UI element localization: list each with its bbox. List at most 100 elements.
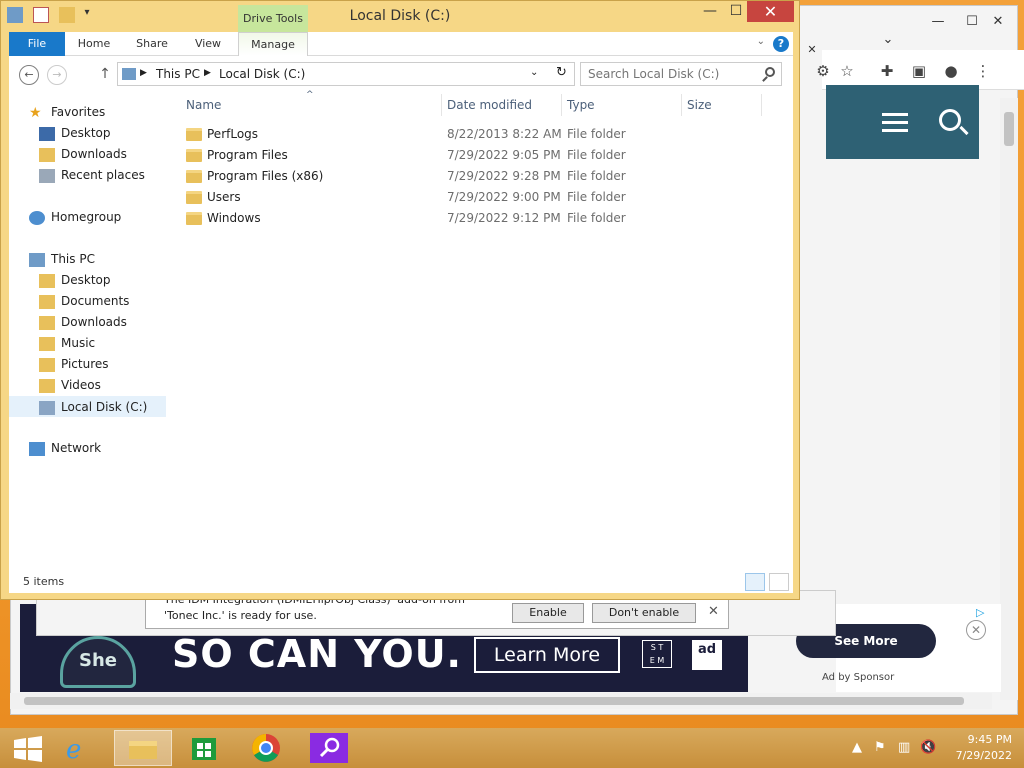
- file-type: File folder: [567, 127, 626, 141]
- file-row[interactable]: Users 7/29/2022 9:00 PM File folder: [186, 187, 786, 208]
- file-row[interactable]: Windows 7/29/2022 9:12 PM File folder: [186, 208, 786, 229]
- volume-muted-icon[interactable]: 🔇: [920, 740, 936, 755]
- maximize-button[interactable]: ☐: [723, 1, 749, 22]
- column-size[interactable]: Size: [687, 98, 712, 112]
- nav-pc-videos[interactable]: Videos: [39, 375, 101, 396]
- show-hidden-icons-icon[interactable]: ▲: [852, 740, 862, 755]
- minimize-button[interactable]: —: [697, 1, 723, 22]
- tab-view[interactable]: View: [183, 32, 233, 56]
- nav-pc-desktop[interactable]: Desktop: [39, 270, 111, 291]
- chevron-right-icon[interactable]: ▶: [140, 68, 147, 78]
- profile-icon[interactable]: ●: [940, 60, 962, 82]
- store-icon[interactable]: [176, 730, 234, 766]
- vertical-scroll-thumb[interactable]: [1004, 112, 1014, 146]
- address-dropdown-icon[interactable]: ⌄: [530, 67, 538, 78]
- horizontal-scroll-thumb[interactable]: [24, 697, 964, 705]
- clock-time: 9:45 PM: [967, 733, 1012, 746]
- learn-more-button[interactable]: Learn More: [474, 637, 620, 673]
- notification-close-icon[interactable]: ✕: [708, 604, 719, 619]
- file-row[interactable]: PerfLogs 8/22/2013 8:22 AM File folder: [186, 124, 786, 145]
- nav-pc-pictures[interactable]: Pictures: [39, 354, 109, 375]
- nav-pc-documents[interactable]: Documents: [39, 291, 129, 312]
- music-folder-icon: [39, 336, 55, 351]
- search-icon[interactable]: [939, 109, 961, 131]
- search-app-icon[interactable]: [300, 730, 358, 766]
- network-status-icon[interactable]: ▥: [898, 740, 910, 755]
- file-explorer-icon[interactable]: [114, 730, 172, 766]
- tab-file[interactable]: File: [9, 32, 65, 56]
- browser-minimize-button[interactable]: —: [921, 12, 955, 32]
- file-row[interactable]: Program Files (x86) 7/29/2022 9:28 PM File…: [186, 166, 786, 187]
- system-clock[interactable]: 9:45 PM 7/29/2022: [956, 732, 1012, 764]
- nav-network[interactable]: Network: [29, 438, 101, 459]
- file-type: File folder: [567, 190, 626, 204]
- column-divider[interactable]: [561, 94, 562, 116]
- nav-label: Desktop: [61, 126, 111, 140]
- nav-pc-music[interactable]: Music: [39, 333, 95, 354]
- address-bar[interactable]: ▶ This PC ▶ Local Disk (C:) ⌄ ↻: [117, 62, 575, 86]
- kebab-menu-icon[interactable]: ⋮: [972, 60, 994, 82]
- extensions-icon[interactable]: ✚: [876, 60, 898, 82]
- back-icon[interactable]: ←: [19, 65, 39, 85]
- ad-close-icon[interactable]: ✕: [966, 620, 986, 640]
- star-icon[interactable]: ☆: [836, 60, 858, 82]
- search-box[interactable]: [580, 62, 782, 86]
- nav-homegroup[interactable]: Homegroup: [29, 207, 121, 228]
- videos-folder-icon: [39, 378, 55, 393]
- column-divider[interactable]: [761, 94, 762, 116]
- up-icon[interactable]: ↑: [95, 65, 115, 85]
- refresh-icon[interactable]: ↻: [556, 65, 567, 80]
- pc-icon: [122, 68, 136, 80]
- adchoices-icon[interactable]: ▷: [976, 606, 984, 619]
- tab-manage[interactable]: Manage: [238, 32, 308, 56]
- svg-text:e: e: [66, 735, 81, 765]
- column-date-modified[interactable]: Date modified: [447, 98, 532, 112]
- nav-fav-recent[interactable]: Recent places: [39, 165, 145, 186]
- file-row[interactable]: Program Files 7/29/2022 9:05 PM File folde…: [186, 145, 786, 166]
- flag-icon[interactable]: ⚑: [874, 740, 886, 755]
- nav-fav-desktop[interactable]: Desktop: [39, 123, 111, 144]
- close-button[interactable]: ✕: [747, 1, 794, 22]
- column-name[interactable]: Name: [186, 98, 221, 112]
- ie-icon[interactable]: e: [50, 730, 108, 766]
- vertical-scrollbar[interactable]: [1000, 98, 1018, 700]
- column-divider[interactable]: [441, 94, 442, 116]
- chevron-right-icon[interactable]: ▶: [204, 68, 211, 78]
- stem-badge: She can STEM: [60, 636, 136, 688]
- search-input[interactable]: [588, 64, 758, 84]
- tab-share[interactable]: Share: [127, 32, 177, 56]
- nav-this-pc[interactable]: This PC: [29, 249, 95, 270]
- breadcrumb-local-disk[interactable]: Local Disk (C:): [219, 67, 305, 81]
- column-type[interactable]: Type: [567, 98, 595, 112]
- dont-enable-button[interactable]: Don't enable: [592, 603, 696, 623]
- expand-ribbon-icon[interactable]: ⌄: [757, 36, 765, 47]
- column-divider[interactable]: [681, 94, 682, 116]
- nav-label: Videos: [61, 378, 101, 392]
- nav-pc-local-disk[interactable]: Local Disk (C:): [9, 396, 166, 417]
- forward-icon[interactable]: →: [47, 65, 67, 85]
- nav-pc-downloads[interactable]: Downloads: [39, 312, 127, 333]
- gear-icon[interactable]: ⚙: [812, 60, 834, 82]
- file-name: Windows: [207, 211, 261, 225]
- taskbar: e ▲ ⚑ ▥ 🔇 9:45 PM 7/29/2022: [0, 728, 1024, 768]
- chevron-down-icon[interactable]: ⌄: [871, 30, 905, 50]
- nav-favorites[interactable]: ★ Favorites: [29, 102, 105, 123]
- nav-fav-downloads[interactable]: Downloads: [39, 144, 127, 165]
- nav-label: Local Disk (C:): [61, 400, 148, 414]
- horizontal-scrollbar[interactable]: [10, 693, 992, 709]
- chrome-icon[interactable]: [238, 730, 296, 766]
- browser-close-button[interactable]: ✕: [981, 12, 1015, 32]
- enable-button[interactable]: Enable: [512, 603, 584, 623]
- tab-home[interactable]: Home: [69, 32, 119, 56]
- file-type: File folder: [567, 169, 626, 183]
- status-bar: 5 items: [9, 572, 793, 593]
- hamburger-menu-icon[interactable]: [882, 113, 908, 133]
- breadcrumb-this-pc[interactable]: This PC: [156, 67, 200, 81]
- details-view-icon[interactable]: [745, 573, 765, 591]
- help-icon[interactable]: ?: [773, 36, 789, 52]
- file-date: 7/29/2022 9:00 PM: [447, 190, 561, 204]
- folder-icon: [186, 128, 202, 141]
- search-icon[interactable]: [765, 67, 775, 77]
- side-panel-icon[interactable]: ▣: [908, 60, 930, 82]
- large-icons-view-icon[interactable]: [769, 573, 789, 591]
